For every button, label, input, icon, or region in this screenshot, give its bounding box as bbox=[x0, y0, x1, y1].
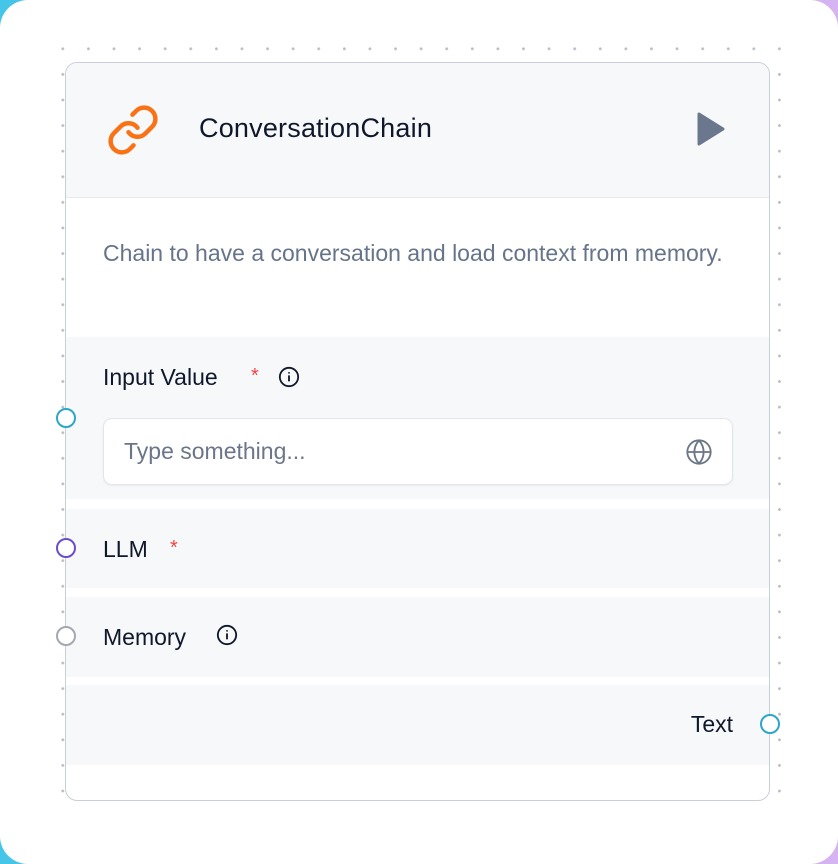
play-icon[interactable] bbox=[696, 111, 726, 147]
info-icon[interactable] bbox=[278, 366, 300, 388]
node-header: ConversationChain bbox=[66, 63, 769, 198]
input-value-textbox bbox=[103, 418, 733, 485]
llm-label: LLM bbox=[103, 536, 148, 562]
input-value-label: Input Value bbox=[103, 364, 218, 390]
input-value-handle[interactable] bbox=[56, 408, 76, 428]
output-text-label: Text bbox=[690, 711, 733, 737]
link-icon bbox=[108, 105, 158, 155]
required-asterisk: * bbox=[170, 537, 178, 559]
llm-field: LLM * bbox=[66, 509, 769, 588]
input-value-input[interactable] bbox=[124, 419, 664, 484]
memory-field: Memory bbox=[66, 597, 769, 677]
llm-handle[interactable] bbox=[56, 538, 76, 558]
info-icon[interactable] bbox=[216, 624, 238, 646]
conversation-chain-node[interactable]: ConversationChain Chain to have a conver… bbox=[65, 62, 770, 801]
node-description: Chain to have a conversation and load co… bbox=[103, 240, 723, 266]
memory-label: Memory bbox=[103, 624, 187, 650]
output-field: Text bbox=[66, 685, 769, 765]
required-asterisk: * bbox=[251, 365, 259, 387]
text-output-handle[interactable] bbox=[760, 714, 780, 734]
input-value-field: Input Value * bbox=[66, 337, 769, 499]
globe-icon[interactable] bbox=[685, 438, 713, 466]
node-title: ConversationChain bbox=[199, 113, 433, 143]
memory-handle[interactable] bbox=[56, 626, 76, 646]
flow-canvas[interactable]: ConversationChain Chain to have a conver… bbox=[0, 0, 838, 864]
